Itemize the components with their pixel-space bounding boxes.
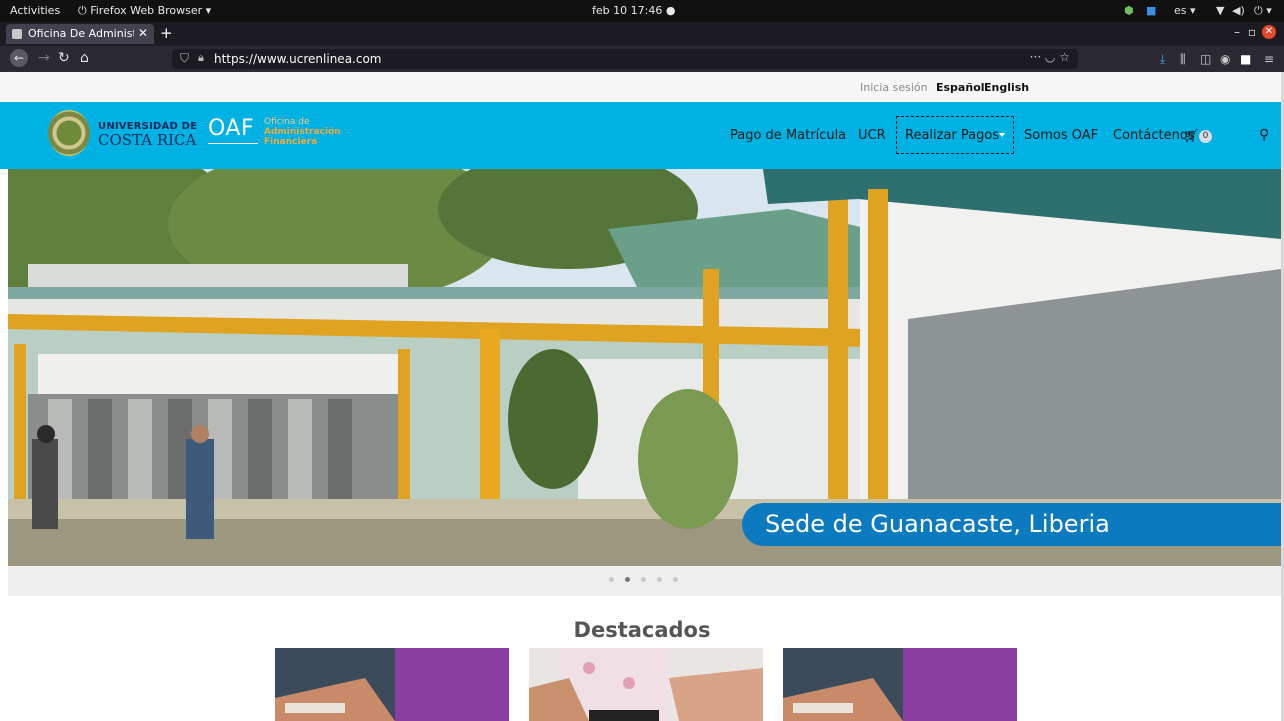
bookmark-star-icon: ☆ — [1059, 50, 1070, 64]
extension-icon[interactable]: ■ — [1240, 52, 1251, 66]
featured-card[interactable] — [783, 648, 1017, 721]
search-icon[interactable]: ⚲ — [1259, 127, 1269, 143]
firefox-icon: ⏻ — [78, 4, 87, 17]
menu-pago-matricula[interactable]: Pago de Matrícula — [730, 128, 846, 143]
language-es-link[interactable]: Español — [936, 81, 985, 94]
minimize-icon[interactable]: – — [1234, 25, 1240, 39]
menu-realizar-pagos[interactable]: Realizar Pagos — [905, 128, 999, 143]
back-icon[interactable]: ← — [10, 49, 28, 67]
tracking-shield-icon[interactable]: ⛉ — [180, 51, 189, 66]
slide-dot[interactable] — [641, 577, 646, 582]
cart-icon[interactable]: 🛒︎ — [1183, 129, 1200, 144]
close-tab-icon[interactable]: ✕ — [138, 26, 148, 40]
login-link[interactable]: Inicia sesión — [860, 81, 928, 94]
home-icon[interactable]: ⌂ — [80, 50, 89, 66]
app-name: Firefox Web Browser — [90, 4, 203, 17]
chevron-down-icon: ▾ — [205, 4, 212, 17]
ucr-seal-logo[interactable] — [48, 110, 90, 156]
new-tab-icon[interactable]: + — [160, 24, 173, 42]
favicon-icon — [12, 29, 22, 39]
featured-card[interactable] — [529, 648, 763, 721]
utility-bar: Inicia sesión Español English — [0, 72, 1281, 102]
tab-title: Oficina De Administració — [28, 27, 134, 40]
account-icon[interactable]: ◉ — [1220, 52, 1230, 66]
slide-dot[interactable] — [609, 577, 614, 582]
close-window-icon[interactable]: ✕ — [1262, 25, 1276, 39]
slide-dot[interactable] — [657, 577, 662, 582]
page-actions[interactable]: ··· ◡ ☆ — [1030, 50, 1070, 64]
activities-button[interactable]: Activities — [10, 4, 60, 17]
tab-strip — [0, 22, 1284, 46]
shield-icon[interactable]: ⬢ — [1124, 4, 1134, 17]
cart-count-badge: 0 — [1199, 130, 1212, 143]
url-bar[interactable]: ⛉ 🔒︎ https://www.ucrenlinea.com ··· ◡ ☆ — [172, 49, 1078, 69]
datetime: feb 10 17:46 — [592, 4, 663, 17]
keyboard-layout[interactable]: es ▾ — [1174, 4, 1196, 17]
library-icon[interactable]: ⫼ — [1180, 52, 1186, 67]
volume-icon[interactable]: ◀) — [1232, 4, 1245, 17]
slide-dot-active[interactable] — [625, 577, 630, 582]
lock-icon[interactable]: 🔒︎ — [198, 51, 204, 65]
oaf-underline — [208, 143, 258, 144]
clock[interactable]: feb 10 17:46 ● — [592, 4, 675, 17]
dropdown-caret-icon[interactable] — [999, 133, 1005, 137]
menu-icon[interactable]: ≡ — [1264, 52, 1274, 66]
app-menu[interactable]: ⏻ Firefox Web Browser ▾ — [78, 4, 211, 18]
download-icon[interactable]: ⤓ — [1160, 52, 1165, 67]
power-icon[interactable]: ⏻ ▾ — [1254, 4, 1272, 18]
featured-title: Destacados — [573, 618, 711, 642]
featured-card[interactable] — [275, 648, 509, 721]
wifi-icon[interactable]: ▼ — [1216, 4, 1224, 17]
oaf-subtitle: Oficina de Administración Financiera — [264, 117, 341, 147]
notification-dot-icon: ● — [665, 4, 676, 17]
hero-caption: Sede de Guanacaste, Liberia — [742, 503, 1281, 546]
ucr-logo-bottom[interactable]: COSTA RICA — [98, 131, 196, 149]
system-top-bar: Activities ⏻ Firefox Web Browser ▾ feb 1… — [0, 0, 1284, 22]
reload-icon[interactable]: ↻ — [58, 50, 70, 66]
language-en-link[interactable]: English — [984, 81, 1029, 94]
menu-somos-oaf[interactable]: Somos OAF — [1024, 128, 1098, 143]
more-icon: ··· — [1029, 50, 1042, 64]
chat-icon[interactable]: ■ — [1146, 4, 1156, 17]
featured-card-image — [275, 648, 509, 721]
hero-caption-text: Sede de Guanacaste, Liberia — [765, 510, 1110, 538]
window-controls: – ▫ ✕ — [1216, 25, 1276, 41]
slide-dot[interactable] — [673, 577, 678, 582]
featured-card-image — [529, 648, 763, 721]
tab-oficina[interactable]: Oficina De Administració ✕ — [6, 24, 154, 44]
featured-card-image — [783, 648, 1017, 721]
sidebar-icon[interactable]: ◫ — [1200, 52, 1211, 66]
url-text[interactable]: https://www.ucrenlinea.com — [214, 52, 381, 66]
pocket-icon: ◡ — [1044, 50, 1056, 64]
menu-ucr[interactable]: UCR — [858, 128, 886, 143]
oaf-logo[interactable]: OAF — [208, 116, 254, 141]
forward-icon[interactable]: → — [38, 50, 50, 66]
maximize-icon[interactable]: ▫ — [1248, 25, 1256, 39]
